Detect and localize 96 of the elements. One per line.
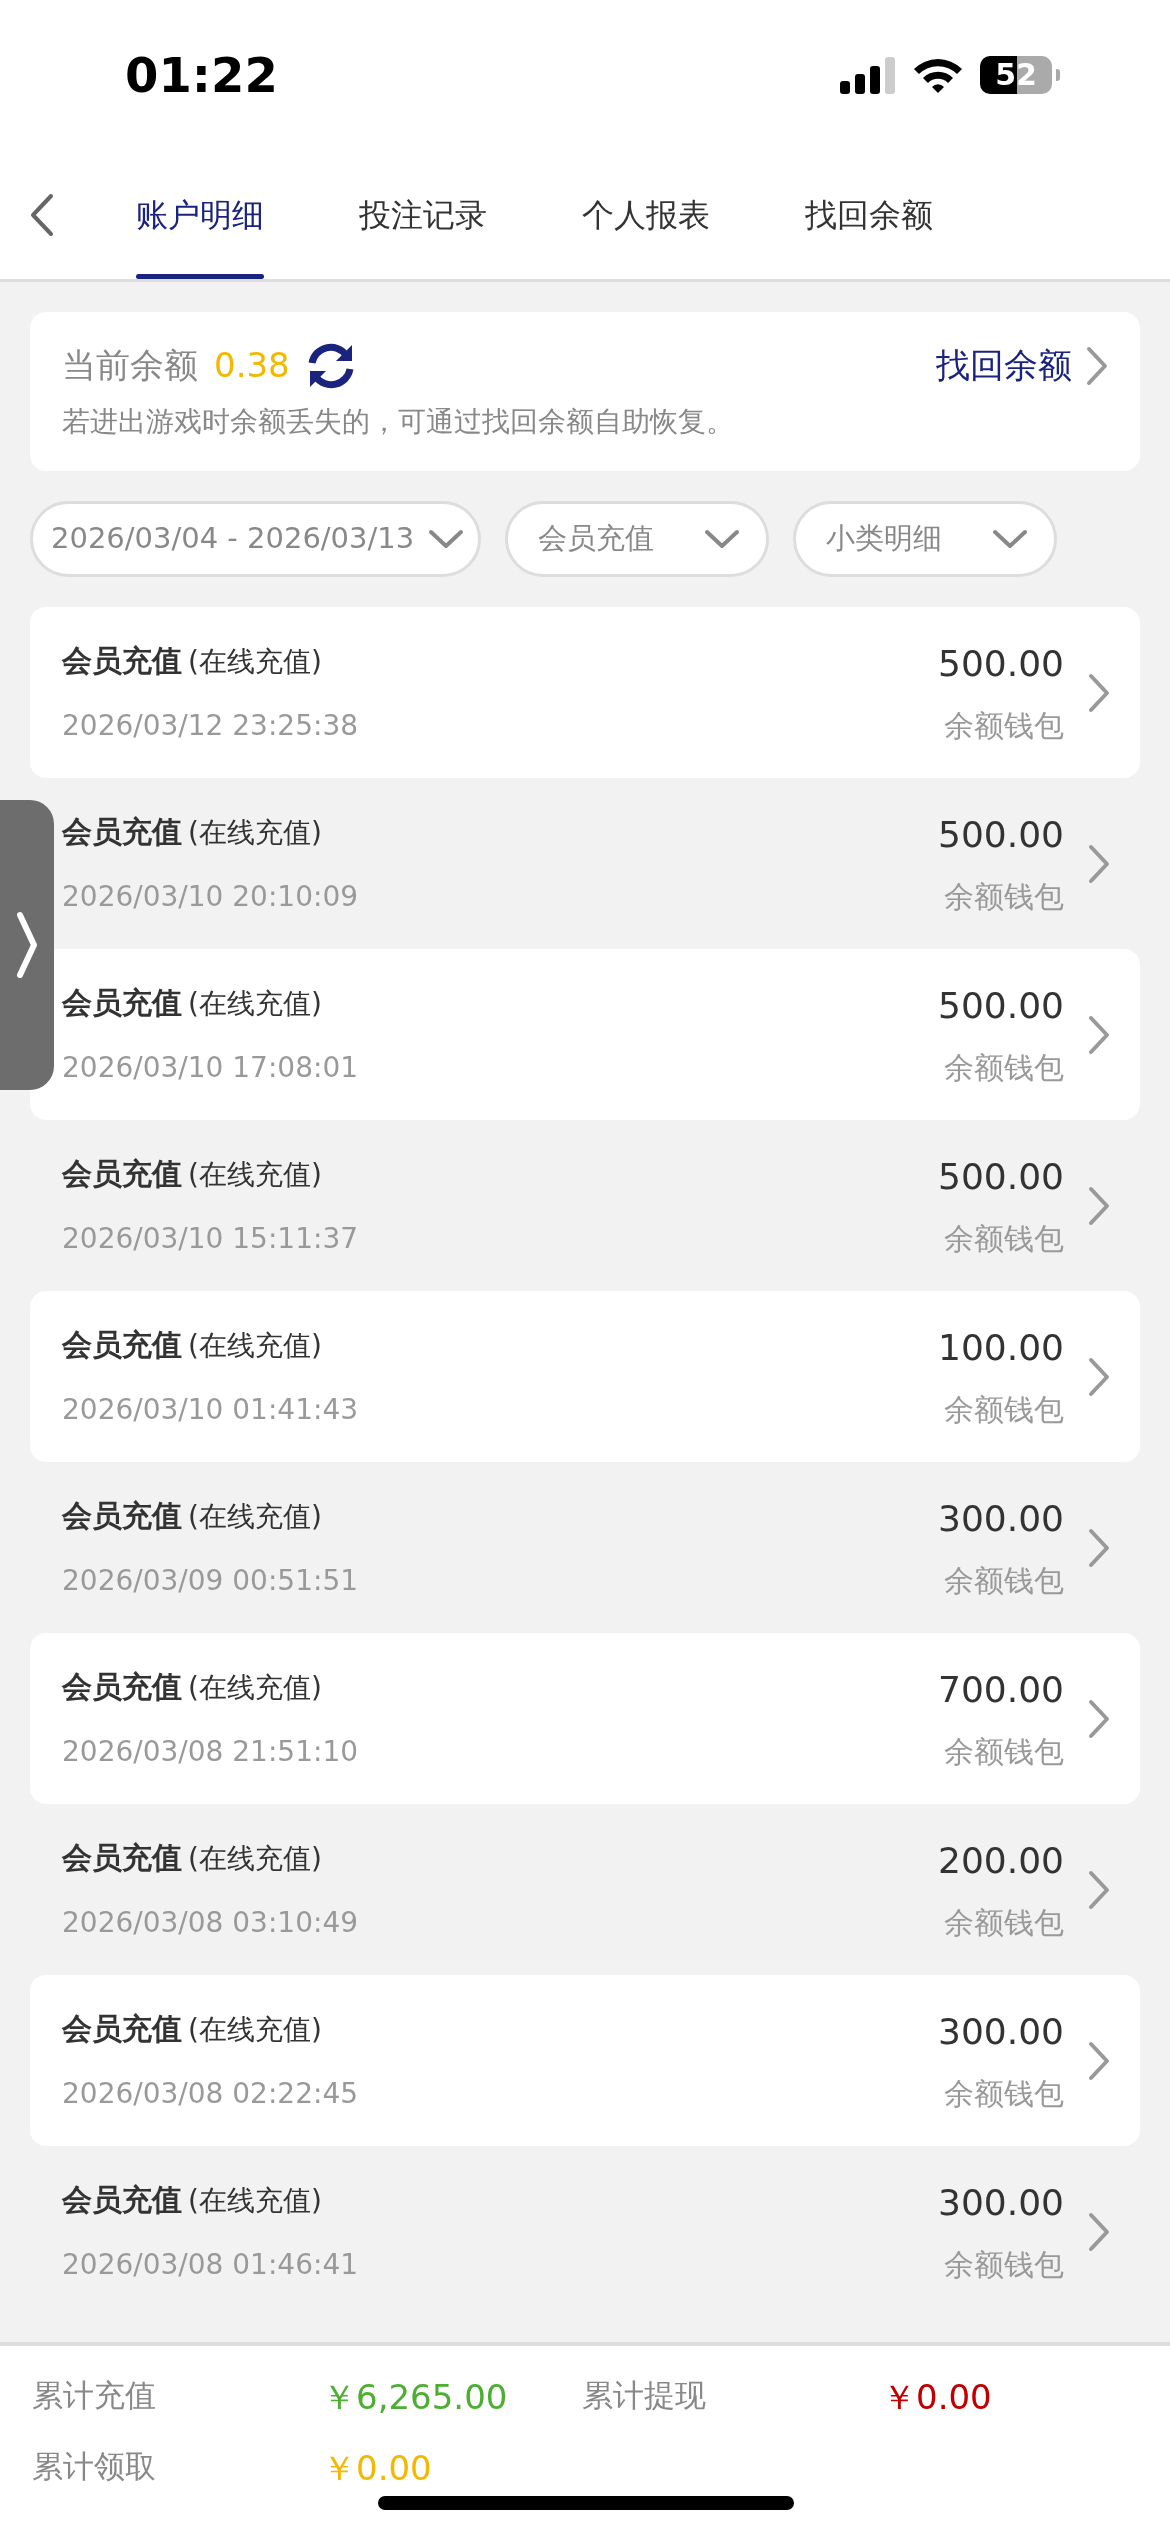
tab[interactable]: 投注记录 [359,150,487,279]
signal-icon [840,55,896,95]
record-amount: 300.00 [938,2181,1064,2225]
record-amount: 500.00 [938,642,1064,686]
record-title: 会员充值 [62,2010,182,2048]
summary-label: 累计提现 [582,2376,707,2415]
record-amount: 200.00 [938,1839,1064,1883]
record-title: 会员充值 [62,1155,182,1193]
record-subtitle: (在线充值) [188,1499,322,1535]
record-amount: 500.00 [938,813,1064,857]
record-subtitle: (在线充值) [188,1328,322,1364]
chevron-right-icon [1086,345,1108,386]
record-row[interactable]: 会员充值 (在线充值) 2026/03/10 17:08:01 500.00 余额钱包 [30,949,1140,1120]
wallet-label: 余额钱包 [944,1391,1064,1429]
summary-value: ￥0.00 [322,2448,432,2488]
filter-dropdown[interactable]: 小类明细 [793,501,1058,577]
recover-balance-link[interactable]: 找回余额 [936,340,1108,391]
record-amount: 300.00 [938,1497,1064,1541]
balance-value: 0.38 [214,344,290,387]
chevron-right-icon [1088,1869,1110,1910]
chevron-right-icon [1088,2040,1110,2081]
record-time: 2026/03/10 20:10:09 [62,879,360,915]
record-subtitle: (在线充值) [188,815,322,851]
record-subtitle: (在线充值) [188,2012,322,2048]
summary-value: ￥0.00 [882,2377,992,2417]
record-row[interactable]: 会员充值 (在线充值) 2026/03/12 23:25:38 500.00 余额钱包 [30,607,1140,778]
record-time: 2026/03/08 01:46:41 [62,2247,360,2283]
chevron-down-icon [992,529,1029,549]
wallet-label: 余额钱包 [944,1220,1064,1258]
chevron-right-icon [1088,843,1110,884]
record-time: 2026/03/08 03:10:49 [62,1905,360,1941]
summary-value: ￥6,265.00 [322,2377,508,2417]
filter-dropdown[interactable]: 会员充值 [505,501,770,577]
record-row[interactable]: 会员充值 (在线充值) 2026/03/08 03:10:49 200.00 余额钱包 [30,1804,1140,1975]
chevron-right-icon [15,910,39,980]
record-amount: 500.00 [938,984,1064,1028]
record-row[interactable]: 会员充值 (在线充值) 2026/03/08 01:46:41 300.00 余额钱包 [30,2146,1140,2317]
record-subtitle: (在线充值) [188,1841,322,1877]
record-title: 会员充值 [62,1497,182,1535]
record-time: 2026/03/10 15:11:37 [62,1221,360,1257]
record-time: 2026/03/10 01:41:43 [62,1392,360,1428]
chevron-right-icon [1088,1356,1110,1397]
wallet-label: 余额钱包 [944,2075,1064,2113]
record-subtitle: (在线充值) [188,644,322,680]
record-title: 会员充值 [62,813,182,851]
record-subtitle: (在线充值) [188,2183,322,2219]
record-row[interactable]: 会员充值 (在线充值) 2026/03/08 02:22:45 300.00 余额钱包 [30,1975,1140,2146]
filter-dropdown[interactable]: 2026/03/04 - 2026/03/13 [30,501,482,577]
record-row[interactable]: 会员充值 (在线充值) 2026/03/10 01:41:43 100.00 余额钱包 [30,1291,1140,1462]
status-time: 01:22 [125,46,278,105]
record-time: 2026/03/08 02:22:45 [62,2076,360,2112]
record-title: 会员充值 [62,642,182,680]
record-row[interactable]: 会员充值 (在线充值) 2026/03/10 20:10:09 500.00 余额钱包 [30,778,1140,949]
summary-label: 累计领取 [32,2447,157,2486]
summary-label: 累计充值 [32,2376,157,2415]
wallet-label: 余额钱包 [944,1562,1064,1600]
record-amount: 100.00 [938,1326,1064,1370]
record-time: 2026/03/10 17:08:01 [62,1050,360,1086]
record-time: 2026/03/12 23:25:38 [62,708,360,744]
wallet-label: 余额钱包 [944,1733,1064,1771]
chevron-right-icon [1088,1185,1110,1226]
record-subtitle: (在线充值) [188,1670,322,1706]
chevron-right-icon [1088,1527,1110,1568]
tab[interactable]: 账户明细 [136,150,264,279]
record-time: 2026/03/08 21:51:10 [62,1734,360,1770]
chevron-right-icon [1088,1698,1110,1739]
record-amount: 500.00 [938,1155,1064,1199]
record-title: 会员充值 [62,2181,182,2219]
record-subtitle: (在线充值) [188,986,322,1022]
chevron-down-icon [428,529,465,549]
chevron-right-icon [1088,2211,1110,2252]
chevron-down-icon [704,529,741,549]
balance-label: 当前余额 [62,344,198,387]
chevron-right-icon [1088,672,1110,713]
side-drawer-menu[interactable] [0,800,54,1090]
record-title: 会员充值 [62,1668,182,1706]
record-amount: 700.00 [938,1668,1064,1712]
wallet-label: 余额钱包 [944,707,1064,745]
tab[interactable]: 个人报表 [582,150,710,279]
wallet-label: 余额钱包 [944,878,1064,916]
record-row[interactable]: 会员充值 (在线充值) 2026/03/08 21:51:10 700.00 余额钱包 [30,1633,1140,1804]
record-title: 会员充值 [62,984,182,1022]
balance-hint: 若进出游戏时余额丢失的，可通过找回余额自助恢复。 [62,404,735,440]
back-button[interactable] [30,192,54,237]
record-title: 会员充值 [62,1839,182,1877]
tab[interactable]: 找回余额 [805,150,933,279]
record-amount: 300.00 [938,2010,1064,2054]
record-row[interactable]: 会员充值 (在线充值) 2026/03/10 15:11:37 500.00 余额钱包 [30,1120,1140,1291]
record-row[interactable]: 会员充值 (在线充值) 2026/03/09 00:51:51 300.00 余额钱包 [30,1462,1140,1633]
wallet-label: 余额钱包 [944,1904,1064,1942]
wallet-label: 余额钱包 [944,2246,1064,2284]
chevron-right-icon [1088,1014,1110,1055]
wallet-label: 余额钱包 [944,1049,1064,1087]
record-title: 会员充值 [62,1326,182,1364]
record-time: 2026/03/09 00:51:51 [62,1563,360,1599]
record-subtitle: (在线充值) [188,1157,322,1193]
